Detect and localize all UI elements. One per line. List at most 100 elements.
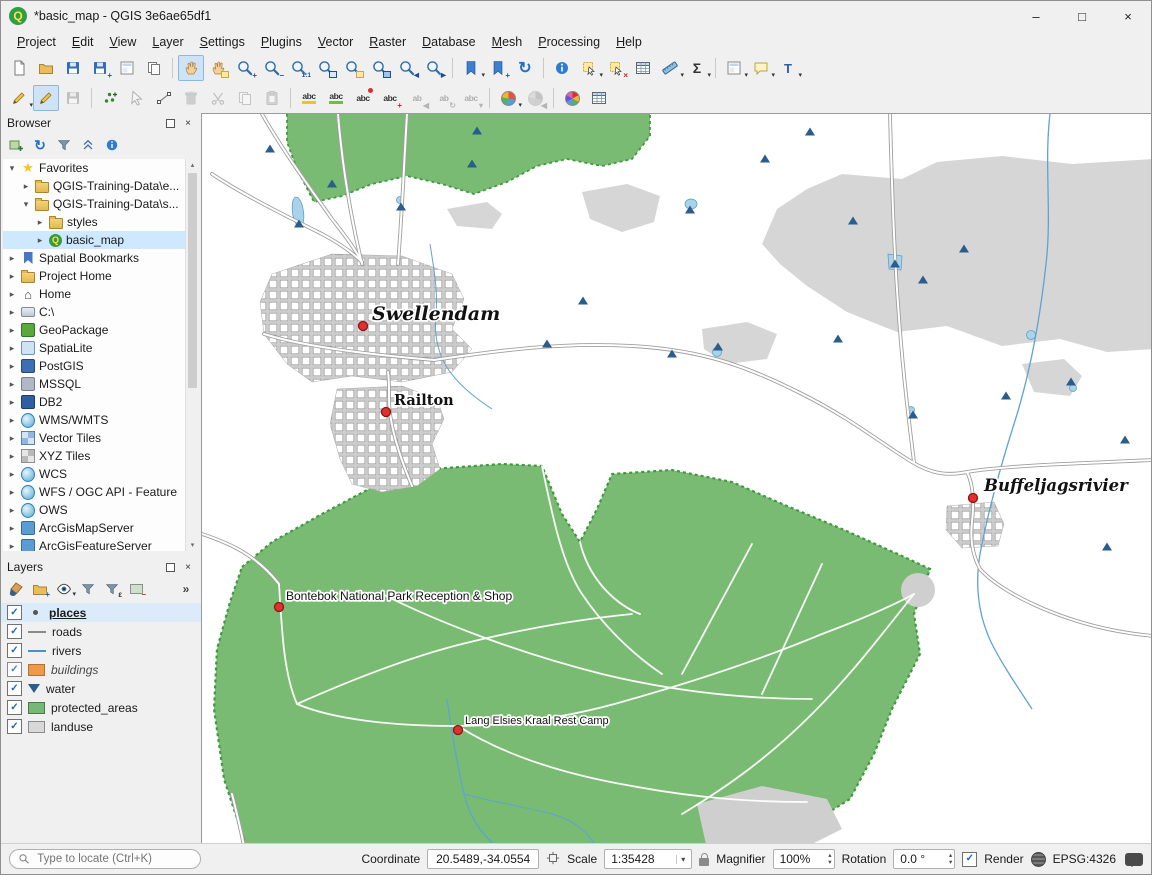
menu-edit[interactable]: Edit: [64, 33, 102, 51]
browser-close-button[interactable]: ×: [181, 116, 195, 130]
browser-item-c-drive[interactable]: ▸C:\: [3, 303, 199, 321]
expander-icon[interactable]: ▸: [7, 271, 17, 282]
browser-item-postgis[interactable]: ▸PostGIS: [3, 357, 199, 375]
move-diagram-button[interactable]: ◀: [522, 85, 548, 111]
browser-item-styles[interactable]: ▸styles: [3, 213, 199, 231]
browser-item-training-data-e[interactable]: ▸QGIS-Training-Data\e...: [3, 177, 199, 195]
measure-button[interactable]: ▾: [657, 55, 683, 81]
close-button[interactable]: ×: [1105, 1, 1151, 31]
open-project-button[interactable]: [33, 55, 59, 81]
new-map-view-button[interactable]: ▾: [721, 55, 747, 81]
add-selected-layers-button[interactable]: [6, 135, 26, 155]
add-point-feature-button[interactable]: [97, 85, 123, 111]
collapse-all-button[interactable]: [78, 135, 98, 155]
filter-expression-button[interactable]: ε: [102, 579, 122, 599]
attributes-grid-button[interactable]: [586, 85, 612, 111]
show-bookmarks-button[interactable]: +: [485, 55, 511, 81]
save-project-button[interactable]: [60, 55, 86, 81]
spin-down-icon[interactable]: ▾: [828, 859, 831, 866]
browser-item-home[interactable]: ▸⌂Home: [3, 285, 199, 303]
layer-row-buildings[interactable]: ✓buildings: [1, 660, 201, 679]
rotation-spin[interactable]: 0.0 °▴▾: [893, 849, 955, 869]
zoom-to-selection-button[interactable]: [340, 55, 366, 81]
menu-help[interactable]: Help: [608, 33, 650, 51]
menu-layer[interactable]: Layer: [144, 33, 191, 51]
magnifier-spin[interactable]: 100%▴▾: [773, 849, 835, 869]
change-label-button[interactable]: abc▾: [458, 85, 484, 111]
cut-features-button[interactable]: [205, 85, 231, 111]
layer-row-places[interactable]: ✓places: [1, 603, 201, 622]
layer-styling-button[interactable]: [6, 579, 26, 599]
locate-box[interactable]: [9, 849, 201, 869]
browser-scrollbar[interactable]: ▴ ▾: [185, 159, 199, 551]
map-canvas[interactable]: Swellendam Railton Buffeljagsrivier Bont…: [201, 113, 1151, 844]
layer-labeling-button[interactable]: abc: [296, 85, 322, 111]
deselect-features-button[interactable]: ×: [603, 55, 629, 81]
menu-database[interactable]: Database: [414, 33, 484, 51]
scale-combo[interactable]: 1:35428▾: [604, 849, 692, 869]
vertex-tool-button[interactable]: [151, 85, 177, 111]
browser-item-wms[interactable]: ▸WMS/WMTS: [3, 411, 199, 429]
filter-legend-button[interactable]: [78, 579, 98, 599]
scroll-down-icon[interactable]: ▾: [191, 539, 195, 551]
spin-up-icon[interactable]: ▴: [949, 852, 952, 859]
browser-item-spatial-bookmarks[interactable]: ▸Spatial Bookmarks: [3, 249, 199, 267]
browser-item-arcgis-feature-server[interactable]: ▸ArcGisFeatureServer: [3, 537, 199, 551]
extents-toggle-button[interactable]: [546, 851, 560, 868]
browser-item-geopackage[interactable]: ▸GeoPackage: [3, 321, 199, 339]
browser-item-vector-tiles[interactable]: ▸Vector Tiles: [3, 429, 199, 447]
new-project-button[interactable]: [6, 55, 32, 81]
browser-item-arcgis-map-server[interactable]: ▸ArcGisMapServer: [3, 519, 199, 537]
move-label-button[interactable]: ab◀: [404, 85, 430, 111]
zoom-to-layer-button[interactable]: [367, 55, 393, 81]
expander-icon[interactable]: ▸: [7, 541, 17, 552]
delete-selected-button[interactable]: [178, 85, 204, 111]
layout-manager-button[interactable]: [141, 55, 167, 81]
browser-refresh-button[interactable]: ↻: [30, 135, 50, 155]
layers-close-button[interactable]: ×: [181, 560, 195, 574]
layer-checkbox[interactable]: ✓: [7, 681, 22, 696]
paste-features-button[interactable]: [259, 85, 285, 111]
expander-icon[interactable]: ▸: [35, 217, 45, 228]
combo-arrow-icon[interactable]: ▾: [676, 855, 685, 864]
layer-row-landuse[interactable]: ✓landuse: [1, 717, 201, 736]
layer-row-rivers[interactable]: ✓rivers: [1, 641, 201, 660]
add-group-button[interactable]: +: [30, 579, 50, 599]
expander-icon[interactable]: ▾: [21, 199, 31, 210]
browser-item-wfs[interactable]: ▸WFS / OGC API - Feature: [3, 483, 199, 501]
layers-float-button[interactable]: [163, 560, 177, 574]
layer-checkbox[interactable]: ✓: [7, 643, 22, 658]
browser-item-wcs[interactable]: ▸WCS: [3, 465, 199, 483]
browser-item-xyz-tiles[interactable]: ▸XYZ Tiles: [3, 447, 199, 465]
highlight-pinned-labels-button[interactable]: abc+: [377, 85, 403, 111]
properties-widget-button[interactable]: [102, 135, 122, 155]
browser-filter-button[interactable]: [54, 135, 74, 155]
expander-icon[interactable]: ▸: [7, 487, 17, 498]
layer-row-protected-areas[interactable]: ✓protected_areas: [1, 698, 201, 717]
menu-project[interactable]: Project: [9, 33, 64, 51]
browser-item-spatialite[interactable]: ▸SpatiaLite: [3, 339, 199, 357]
browser-item-db2[interactable]: ▸DB2: [3, 393, 199, 411]
zoom-in-button[interactable]: +: [232, 55, 258, 81]
minimize-button[interactable]: –: [1013, 1, 1059, 31]
expander-icon[interactable]: ▸: [7, 343, 17, 354]
expander-icon[interactable]: ▸: [7, 523, 17, 534]
browser-float-button[interactable]: [163, 116, 177, 130]
expander-icon[interactable]: ▸: [7, 379, 17, 390]
layer-checkbox[interactable]: ✓: [7, 700, 22, 715]
expander-icon[interactable]: ▸: [7, 433, 17, 444]
menu-mesh[interactable]: Mesh: [484, 33, 531, 51]
menu-view[interactable]: View: [101, 33, 144, 51]
browser-item-project-home[interactable]: ▸Project Home: [3, 267, 199, 285]
browser-item-favorites[interactable]: ▾★Favorites: [3, 159, 199, 177]
new-print-layout-button[interactable]: [114, 55, 140, 81]
scale-lock-button[interactable]: [699, 858, 709, 866]
diagram-options-button[interactable]: ▾: [495, 85, 521, 111]
layer-checkbox[interactable]: ✓: [7, 662, 22, 677]
new-spatial-bookmark-button[interactable]: ▾: [458, 55, 484, 81]
save-edits-button[interactable]: [60, 85, 86, 111]
layer-row-water[interactable]: ✓water: [1, 679, 201, 698]
zoom-out-button[interactable]: −: [259, 55, 285, 81]
map-themes-button[interactable]: ▾: [54, 579, 74, 599]
expander-icon[interactable]: ▸: [7, 325, 17, 336]
